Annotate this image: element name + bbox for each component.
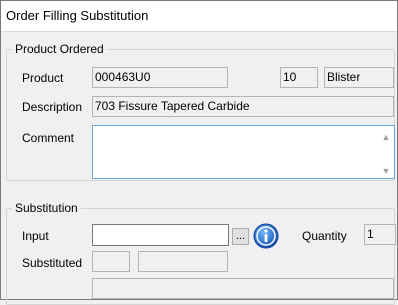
comment-textarea[interactable]	[92, 125, 395, 179]
substituted-label: Substituted	[22, 256, 83, 270]
substitution-quantity-field: 1	[364, 224, 396, 245]
browse-button[interactable]: ...	[232, 228, 249, 245]
description-field: 703 Fissure Tapered Carbide	[92, 96, 394, 117]
chevron-down-icon[interactable]: ▼	[380, 166, 392, 176]
title-bar[interactable]: Order Filling Substitution	[1, 1, 397, 32]
product-label: Product	[22, 71, 64, 85]
chevron-up-icon[interactable]: ▲	[380, 132, 392, 142]
substituted-name-field	[138, 251, 228, 272]
comment-label: Comment	[22, 131, 75, 145]
window-title: Order Filling Substitution	[6, 8, 149, 23]
quantity-label: Quantity	[302, 229, 347, 243]
ordered-quantity-field: 10	[280, 67, 318, 88]
info-icon[interactable]	[253, 223, 279, 249]
product-ordered-caption: Product Ordered	[12, 42, 107, 56]
substituted-code-field	[92, 251, 130, 272]
dialog-window: Order Filling Substitution Product Order…	[0, 0, 398, 305]
unit-field: Blister	[324, 67, 394, 88]
substituted-description-field	[92, 278, 394, 299]
input-label: Input	[22, 229, 49, 243]
input-field[interactable]	[92, 224, 229, 246]
description-label: Description	[22, 100, 83, 114]
product-code-field: 000463U0	[92, 67, 228, 88]
substitution-caption: Substitution	[12, 201, 81, 215]
